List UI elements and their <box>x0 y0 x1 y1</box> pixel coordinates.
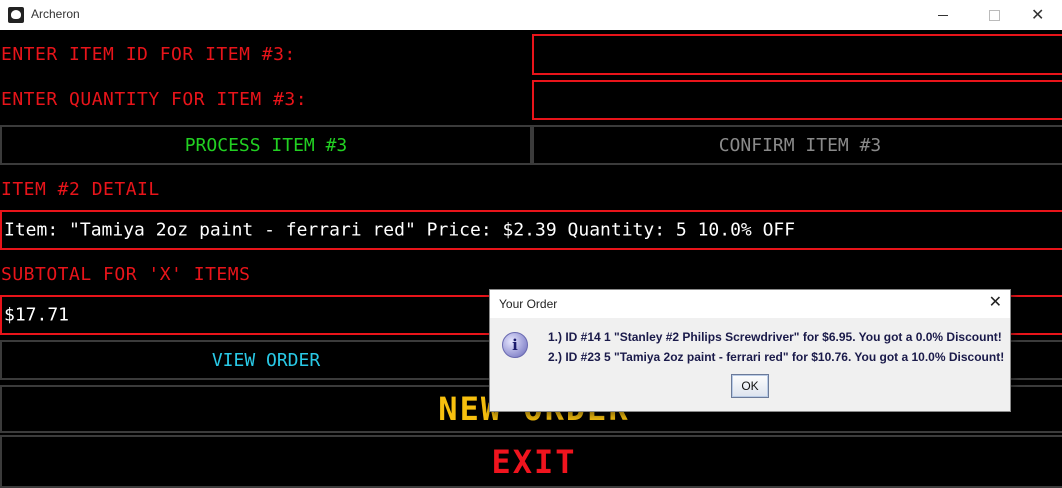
quantity-label: ENTER QUANTITY FOR ITEM #3: <box>1 89 308 110</box>
minimize-button[interactable] <box>920 0 966 30</box>
dialog-titlebar: Your Order ✕ <box>490 290 1010 318</box>
quantity-field[interactable] <box>532 80 1062 120</box>
close-icon: ✕ <box>1031 5 1045 24</box>
app-logo-icon <box>8 7 24 23</box>
order-dialog: Your Order ✕ i 1.) ID #14 1 "Stanley #2 … <box>489 289 1011 412</box>
confirm-item-button[interactable]: CONFIRM ITEM #3 <box>532 125 1062 165</box>
item-detail-field[interactable]: Item: "Tamiya 2oz paint - ferrari red" P… <box>0 210 1062 250</box>
order-line-1: 1.) ID #14 1 "Stanley #2 Philips Screwdr… <box>548 330 1002 344</box>
dialog-title: Your Order <box>499 297 558 311</box>
process-item-button[interactable]: PROCESS ITEM #3 <box>0 125 532 165</box>
exit-button[interactable]: EXIT <box>0 435 1062 488</box>
close-window-button[interactable]: ✕ <box>1014 0 1060 30</box>
order-line-2: 2.) ID #23 5 "Tamiya 2oz paint - ferrari… <box>548 350 1005 364</box>
item-id-label: ENTER ITEM ID FOR ITEM #3: <box>1 44 296 65</box>
window-titlebar: Archeron ✕ <box>0 0 1062 30</box>
info-icon: i <box>502 332 528 358</box>
dialog-close-icon[interactable]: ✕ <box>989 292 1002 311</box>
window-title: Archeron <box>31 7 80 21</box>
item-id-field[interactable] <box>532 34 1062 75</box>
item-detail-label: ITEM #2 DETAIL <box>1 179 160 200</box>
view-order-button[interactable]: VIEW ORDER <box>0 340 532 380</box>
maximize-button[interactable] <box>970 0 1016 30</box>
subtotal-value: $17.71 <box>4 304 70 326</box>
item-detail-value: Item: "Tamiya 2oz paint - ferrari red" P… <box>4 219 796 241</box>
subtotal-label: SUBTOTAL FOR 'X' ITEMS <box>1 264 251 285</box>
ok-button[interactable]: OK <box>731 374 769 398</box>
